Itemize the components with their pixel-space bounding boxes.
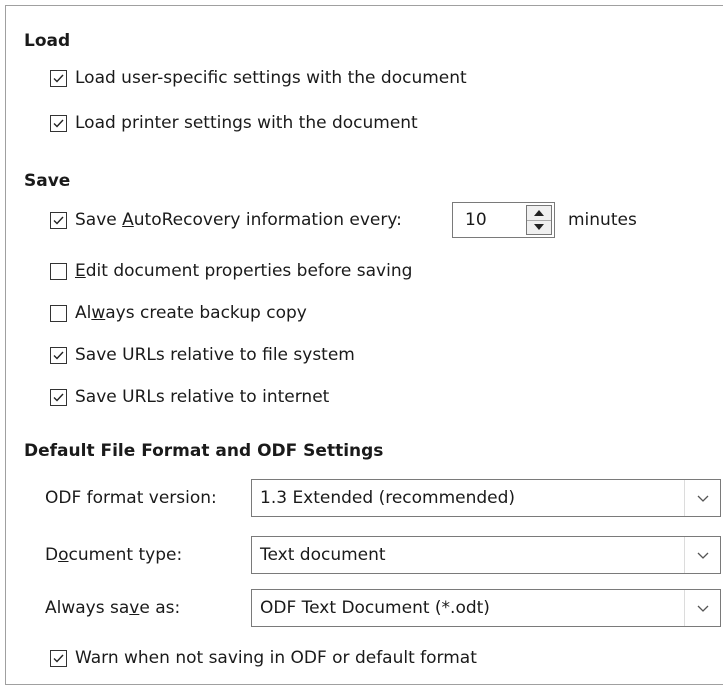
chevron-down-icon: [697, 605, 709, 612]
always-save-as-label: Always save as:: [45, 598, 181, 618]
checkbox-label: Warn when not saving in ODF or default f…: [75, 648, 477, 668]
dropdown-value: ODF Text Document (*.odt): [260, 598, 490, 618]
section-heading-defaults: Default File Format and ODF Settings: [24, 441, 384, 461]
checkbox-box[interactable]: [50, 114, 67, 132]
triangle-up-icon: [534, 210, 544, 216]
odf-version-dropdown[interactable]: 1.3 Extended (recommended): [251, 479, 721, 517]
checkbox-box[interactable]: [50, 262, 67, 280]
checkbox-label: Edit document properties before saving: [75, 261, 413, 281]
warn-non-odf-checkbox[interactable]: Warn when not saving in ODF or default f…: [50, 648, 477, 668]
checkbox-label: Save URLs relative to internet: [75, 387, 330, 407]
chevron-down-icon: [697, 495, 709, 502]
chevron-down-icon: [697, 552, 709, 559]
urls-filesystem-checkbox[interactable]: Save URLs relative to file system: [50, 345, 355, 365]
dropdown-button[interactable]: [684, 537, 721, 573]
check-icon: [53, 74, 64, 83]
minutes-unit-label: minutes: [568, 210, 637, 230]
checkbox-box[interactable]: [50, 69, 67, 87]
edit-properties-checkbox[interactable]: Edit document properties before saving: [50, 261, 412, 281]
triangle-down-icon: [534, 224, 544, 230]
dropdown-button[interactable]: [684, 480, 721, 516]
dropdown-value: Text document: [260, 545, 386, 565]
checkbox-box[interactable]: [50, 304, 67, 322]
spin-down-button[interactable]: [527, 220, 551, 234]
dropdown-value: 1.3 Extended (recommended): [260, 488, 516, 508]
check-icon: [53, 119, 64, 128]
check-icon: [53, 393, 64, 402]
document-type-label: Document type:: [45, 545, 183, 565]
urls-internet-checkbox[interactable]: Save URLs relative to internet: [50, 387, 329, 407]
checkbox-box[interactable]: [50, 346, 67, 364]
checkbox-label: Save AutoRecovery information every:: [75, 210, 402, 230]
check-icon: [53, 216, 64, 225]
check-icon: [53, 351, 64, 360]
section-heading-save: Save: [24, 171, 71, 191]
autorecovery-minutes-spinbox[interactable]: 10: [452, 202, 555, 238]
dropdown-button[interactable]: [684, 590, 721, 626]
load-user-settings-checkbox[interactable]: Load user-specific settings with the doc…: [50, 68, 467, 88]
spinbox-buttons: [526, 205, 552, 235]
load-printer-settings-checkbox[interactable]: Load printer settings with the document: [50, 113, 418, 133]
spinbox-value[interactable]: 10: [465, 210, 487, 230]
checkbox-label: Load user-specific settings with the doc…: [75, 68, 467, 88]
always-save-as-dropdown[interactable]: ODF Text Document (*.odt): [251, 589, 721, 627]
checkbox-box[interactable]: [50, 649, 67, 667]
odf-version-label: ODF format version:: [45, 488, 217, 508]
checkbox-label: Always create backup copy: [75, 303, 307, 323]
spin-up-button[interactable]: [527, 206, 551, 221]
checkbox-box[interactable]: [50, 388, 67, 406]
section-heading-load: Load: [24, 31, 71, 51]
save-autorecovery-checkbox[interactable]: Save AutoRecovery information every:: [50, 210, 402, 230]
checkbox-box[interactable]: [50, 211, 67, 229]
backup-copy-checkbox[interactable]: Always create backup copy: [50, 303, 307, 323]
checkbox-label: Load printer settings with the document: [75, 113, 418, 133]
document-type-dropdown[interactable]: Text document: [251, 536, 721, 574]
checkbox-label: Save URLs relative to file system: [75, 345, 355, 365]
